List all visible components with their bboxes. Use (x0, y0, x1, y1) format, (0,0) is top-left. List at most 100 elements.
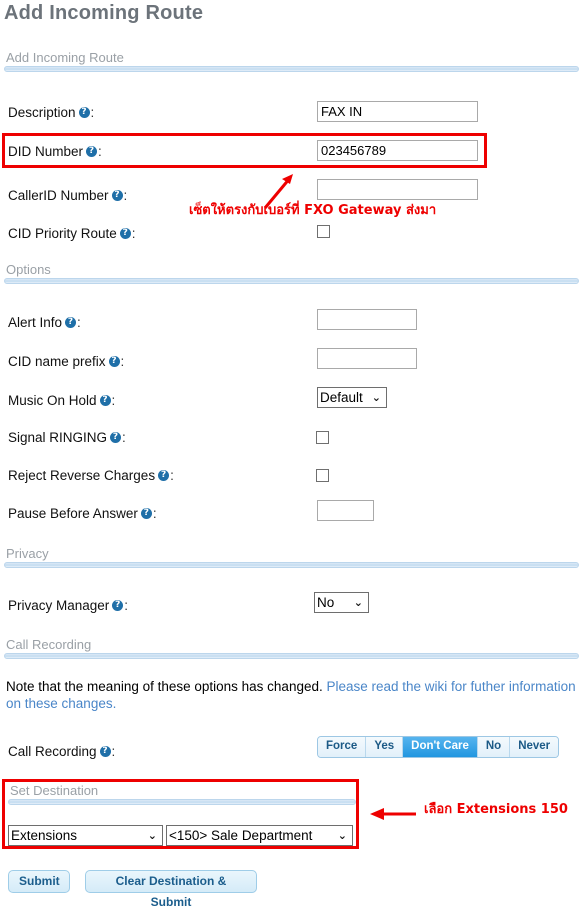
label-colon: : (120, 354, 125, 369)
call-recording-option-dont-care[interactable]: Don't Care (403, 737, 478, 757)
help-icon[interactable]: ? (99, 746, 111, 757)
label-pause-before-answer-text: Pause Before Answer (8, 506, 138, 521)
row-alert-info: Alert Info?: (0, 309, 587, 341)
cid-name-prefix-input[interactable] (317, 348, 417, 369)
help-icon[interactable]: ? (110, 432, 122, 443)
call-recording-option-force[interactable]: Force (318, 737, 367, 757)
label-privacy-manager: Privacy Manager?: (8, 596, 128, 616)
label-pause-before-answer: Pause Before Answer?: (8, 504, 157, 524)
call-recording-option-yes[interactable]: Yes (366, 737, 404, 757)
section-label-options: Options (6, 262, 51, 277)
section-label-privacy: Privacy (6, 546, 49, 561)
label-colon: : (123, 188, 128, 203)
pause-before-answer-input[interactable] (317, 500, 374, 521)
label-description-text: Description (8, 105, 76, 120)
annotation-destination-note: เลือก Extensions 150 (424, 802, 568, 817)
section-divider (4, 278, 579, 284)
label-colon: : (122, 430, 126, 445)
help-icon[interactable]: ? (78, 107, 90, 118)
row-privacy-manager: Privacy Manager?: No ⌄ (0, 592, 587, 624)
help-icon[interactable]: ? (65, 317, 77, 328)
row-cid-name-prefix: CID name prefix?: (0, 348, 587, 380)
label-colon: : (152, 506, 157, 521)
privacy-manager-dropdown[interactable]: No ⌄ (314, 592, 369, 613)
annotation-did-note: เซ็ตให้ตรงกับเบอร์ที่ FXO Gateway ส่งมา (189, 203, 437, 218)
section-divider (8, 799, 356, 805)
help-icon[interactable]: ? (99, 395, 111, 406)
row-description: Description?: (0, 101, 587, 131)
section-set-destination: Set Destination (8, 783, 356, 805)
label-cid-priority-route-text: CID Priority Route (8, 226, 117, 241)
label-colon: : (77, 315, 81, 330)
section-options: Options (4, 262, 579, 284)
privacy-manager-select[interactable]: No (314, 592, 369, 613)
call-recording-option-never[interactable]: Never (510, 737, 559, 757)
destination-target-dropdown[interactable]: <150> Sale Department ⌄ (166, 825, 353, 846)
cid-priority-route-checkbox[interactable] (317, 225, 330, 238)
page-title: Add Incoming Route (4, 2, 204, 24)
help-icon[interactable]: ? (112, 600, 124, 611)
destination-type-dropdown[interactable]: Extensions ⌄ (8, 825, 163, 846)
row-music-on-hold: Music On Hold?: Default ⌄ (0, 387, 587, 419)
label-did-number: DID Number?: (8, 142, 102, 162)
label-call-recording: Call Recording?: (8, 742, 115, 762)
description-input[interactable] (317, 101, 478, 122)
help-icon[interactable]: ? (119, 228, 131, 239)
callerid-number-input[interactable] (317, 179, 478, 200)
label-colon: : (111, 393, 116, 408)
submit-button[interactable]: Submit (8, 870, 70, 893)
row-did-number: DID Number?: (0, 140, 587, 170)
music-on-hold-select[interactable]: Default (317, 387, 387, 408)
help-icon[interactable]: ? (111, 190, 123, 201)
label-music-on-hold-text: Music On Hold (8, 393, 97, 408)
label-alert-info-text: Alert Info (8, 315, 63, 330)
section-divider (4, 653, 579, 659)
destination-type-select[interactable]: Extensions (8, 825, 163, 846)
label-reject-reverse-charges: Reject Reverse Charges?: (8, 466, 174, 486)
section-call-recording: Call Recording (4, 637, 579, 659)
row-reject-reverse-charges: Reject Reverse Charges?: (0, 466, 587, 494)
help-icon[interactable]: ? (86, 146, 98, 157)
label-callerid-number-text: CallerID Number (8, 188, 109, 203)
label-colon: : (170, 468, 174, 483)
help-icon[interactable]: ? (158, 470, 170, 481)
did-number-input[interactable] (317, 140, 478, 161)
label-signal-ringing: Signal RINGING?: (8, 428, 126, 448)
label-signal-ringing-text: Signal RINGING (8, 430, 108, 445)
label-colon: : (131, 226, 136, 241)
row-cid-priority-route: CID Priority Route?: (0, 224, 587, 252)
music-on-hold-dropdown[interactable]: Default ⌄ (317, 387, 387, 408)
label-colon: : (111, 744, 116, 759)
section-divider (4, 562, 579, 568)
label-colon: : (98, 144, 102, 159)
help-icon[interactable]: ? (140, 508, 152, 519)
note-plain-text: Note that the meaning of these options h… (6, 679, 327, 694)
section-privacy: Privacy (4, 546, 579, 568)
call-recording-option-no[interactable]: No (477, 737, 511, 757)
reject-reverse-charges-checkbox[interactable] (316, 469, 329, 482)
label-cid-name-prefix: CID name prefix?: (8, 352, 124, 372)
signal-ringing-checkbox[interactable] (316, 431, 329, 444)
call-recording-option-group[interactable]: Force Yes Don't Care No Never (317, 736, 560, 758)
section-label-call-recording: Call Recording (6, 637, 92, 652)
label-callerid-number: CallerID Number?: (8, 186, 127, 206)
label-cid-name-prefix-text: CID name prefix (8, 354, 106, 369)
alert-info-input[interactable] (317, 309, 417, 330)
call-recording-note: Note that the meaning of these options h… (6, 678, 584, 712)
clear-destination-submit-button[interactable]: Clear Destination & Submit (85, 870, 257, 909)
help-icon[interactable]: ? (108, 356, 120, 367)
section-label-set-destination: Set Destination (10, 783, 99, 798)
annotation-arrow-left-icon (370, 808, 416, 820)
label-privacy-manager-text: Privacy Manager (8, 598, 110, 613)
label-description: Description?: (8, 103, 94, 123)
row-signal-ringing: Signal RINGING?: (0, 428, 587, 456)
label-colon: : (90, 105, 95, 120)
section-label-add-incoming-route: Add Incoming Route (6, 50, 124, 65)
label-call-recording-text: Call Recording (8, 744, 97, 759)
label-alert-info: Alert Info?: (8, 313, 81, 333)
label-cid-priority-route: CID Priority Route?: (8, 224, 136, 244)
row-pause-before-answer: Pause Before Answer?: (0, 500, 587, 532)
section-add-incoming-route: Add Incoming Route (4, 50, 579, 72)
destination-target-select[interactable]: <150> Sale Department (166, 825, 353, 846)
label-did-number-text: DID Number (8, 144, 84, 159)
